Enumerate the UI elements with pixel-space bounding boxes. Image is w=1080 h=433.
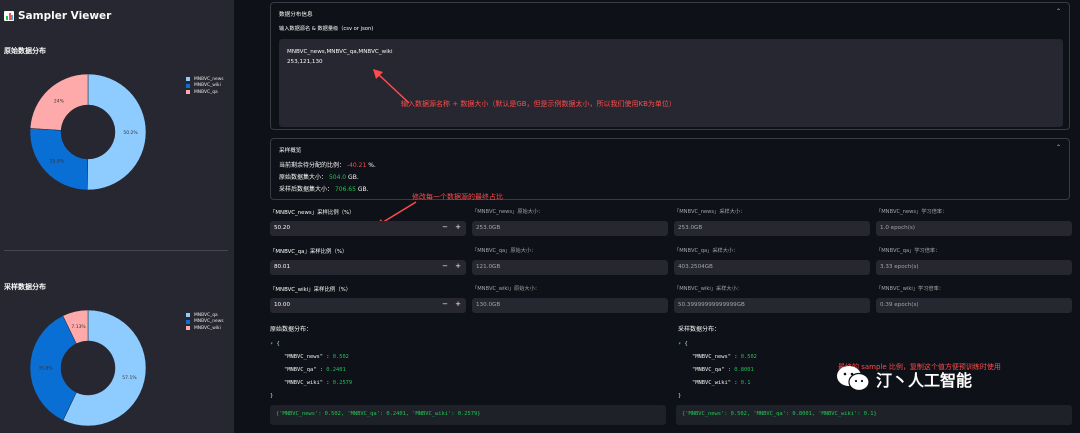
source-input-label: 输入数据源名 & 数据量级（csv or json) bbox=[279, 26, 374, 32]
app-title: Sampler Viewer bbox=[4, 10, 111, 22]
sample-size-label: 「MNBVC_news」采样大小： bbox=[674, 209, 746, 215]
sample-dist-json-heading: 采样数据分布： bbox=[678, 326, 721, 333]
legend-swatch bbox=[186, 326, 190, 331]
sample-pie-chart: 57.1% 35.8% 7.13% bbox=[29, 309, 147, 427]
orig-size-field: 121.0GB bbox=[472, 260, 668, 275]
legend-item[interactable]: MNBVC_qa bbox=[186, 89, 224, 96]
ratio-label: 「MNBVC_news」采样比例（%） bbox=[270, 210, 355, 216]
ratio-input[interactable]: 10.00 − + bbox=[270, 298, 466, 313]
json-close: } bbox=[270, 393, 274, 399]
pie-slice-label: 25.8% bbox=[50, 158, 65, 164]
data-info-expander-title[interactable]: 数据分布信息 bbox=[279, 10, 313, 18]
orig-size-label: 「MNBVC_qa」原始大小： bbox=[472, 248, 537, 254]
ratio-value: 50.20 bbox=[274, 225, 291, 231]
plus-button[interactable]: + bbox=[455, 262, 461, 270]
sidebar: Sampler Viewer 原始数据分布 50.2% 25.8% 24% MNBV… bbox=[0, 0, 234, 433]
json-entry: "MNBVC_qa" : 0.8001 bbox=[692, 367, 754, 373]
sample-pie-legend: MNBVC_qa MNBVC_news MNBVC_wiki bbox=[186, 312, 224, 332]
ratio-annotation: 修改每一个数据源的最终占比 bbox=[412, 193, 503, 201]
orig-size-label: 「MNBVC_news」原始大小： bbox=[472, 209, 544, 215]
orig-size-field: 130.0GB bbox=[472, 298, 668, 313]
ratio-input[interactable]: 80.01 − + bbox=[270, 260, 466, 275]
json-entry: "MNBVC_news" : 0.502 bbox=[284, 354, 349, 360]
legend-item[interactable]: MNBVC_wiki bbox=[186, 325, 224, 332]
epoch-label: 「MNBVC_wiki」学习倍率： bbox=[876, 286, 944, 292]
sample-size-label: 「MNBVC_wiki」采样大小： bbox=[674, 286, 742, 292]
orig-pie-legend: MNBVC_news MNBVC_wiki MNBVC_qa bbox=[186, 76, 224, 96]
legend-swatch bbox=[186, 83, 190, 88]
pie-slice-label: 57.1% bbox=[122, 375, 137, 381]
epoch-field: 3.33 epoch(s) bbox=[876, 260, 1072, 275]
source-annotation: 输入数据源名称 + 数据大小（默认是GB，但是示例数据太小，所以我们使用KB为单… bbox=[401, 100, 676, 108]
textarea-line-2: 253,121,130 bbox=[287, 59, 323, 65]
pie-slice-label: 50.2% bbox=[123, 130, 138, 136]
json-entry: "MNBVC_qa" : 0.2401 bbox=[284, 367, 346, 373]
wechat-icon bbox=[837, 366, 870, 392]
orig-dist-code[interactable]: {'MNBVC_news': 0.502, 'MNBVC_qa': 0.2401… bbox=[270, 405, 666, 425]
textarea-line-1: MNBVC_news,MNBVC_qa,MNBVC_wiki bbox=[287, 49, 393, 55]
ratio-value: 80.01 bbox=[274, 264, 291, 270]
orig-dataset-size: 原始数据集大小： 504.0 GB. bbox=[279, 174, 359, 181]
epoch-label: 「MNBVC_news」学习倍率： bbox=[876, 209, 948, 215]
minus-button[interactable]: − bbox=[442, 262, 448, 270]
sample-dataset-size: 采样后数据集大小： 706.65 GB. bbox=[279, 186, 369, 193]
json-entry: "MNBVC_news" : 0.502 bbox=[692, 354, 757, 360]
pie-slice[interactable] bbox=[29, 315, 77, 421]
ratio-label: 「MNBVC_wiki」采样比例（%） bbox=[270, 287, 352, 293]
json-entry: "MNBVC_wiki" : 0.1 bbox=[692, 380, 751, 386]
orig-dist-json-heading: 原始数据分布： bbox=[270, 326, 313, 333]
orig-dist-json: ▾ { "MNBVC_news" : 0.502 "MNBVC_qa" : 0.24… bbox=[270, 338, 352, 403]
remaining-ratio: 当前剩余待分配的比例： -40.21 %. bbox=[279, 162, 376, 169]
plus-button[interactable]: + bbox=[455, 300, 461, 308]
sample-size-field: 403.2504GB bbox=[674, 260, 870, 275]
json-entry: "MNBVC_wiki" : 0.2579 bbox=[284, 380, 353, 386]
summary-expander-title[interactable]: 采样概览 bbox=[279, 146, 301, 154]
sample-dist-heading: 采样数据分布 bbox=[4, 283, 46, 291]
sample-dist-code-text: {'MNBVC_news': 0.502, 'MNBVC_qa': 0.8001… bbox=[682, 411, 877, 417]
pie-slice-label: 35.8% bbox=[38, 366, 53, 372]
watermark: 汀丶人工智能 bbox=[836, 365, 972, 393]
orig-dist-code-text: {'MNBVC_news': 0.502, 'MNBVC_qa': 0.2401… bbox=[276, 411, 481, 417]
collapse-toggle-icon[interactable]: ▾ bbox=[678, 341, 681, 347]
sample-size-field: 50.39999999999999GB bbox=[674, 298, 870, 313]
chevron-up-icon[interactable]: ⌃ bbox=[1056, 144, 1061, 151]
orig-size-label: 「MNBVC_wiki」原始大小： bbox=[472, 286, 540, 292]
epoch-field: 1.0 epoch(s) bbox=[876, 221, 1072, 236]
ratio-input[interactable]: 50.20 − + bbox=[270, 221, 466, 236]
plus-button[interactable]: + bbox=[455, 223, 461, 231]
legend-swatch bbox=[186, 77, 190, 82]
orig-pie-chart: 50.2% 25.8% 24% bbox=[29, 73, 147, 191]
json-open[interactable]: ▾ { bbox=[270, 338, 352, 351]
pie-slice-label: 24% bbox=[54, 99, 65, 105]
json-open[interactable]: ▾ { bbox=[678, 338, 757, 351]
sample-dist-code[interactable]: {'MNBVC_news': 0.502, 'MNBVC_qa': 0.8001… bbox=[676, 405, 1072, 425]
watermark-text: 汀丶人工智能 bbox=[876, 371, 973, 390]
minus-button[interactable]: − bbox=[442, 223, 448, 231]
sample-dist-json: ▾ { "MNBVC_news" : 0.502 "MNBVC_qa" : 0.80… bbox=[678, 338, 757, 403]
sample-size-label: 「MNBVC_qa」采样大小： bbox=[674, 248, 739, 254]
epoch-label: 「MNBVC_qa」学习倍率： bbox=[876, 248, 941, 254]
pie-slice-label: 7.13% bbox=[71, 324, 86, 330]
sidebar-divider bbox=[4, 250, 228, 251]
sample-size-field: 253.0GB bbox=[674, 221, 870, 236]
orig-size-field: 253.0GB bbox=[472, 221, 668, 236]
chevron-up-icon[interactable]: ⌃ bbox=[1056, 8, 1061, 15]
ratio-label: 「MNBVC_qa」采样比例（%） bbox=[270, 249, 348, 255]
app-title-text: Sampler Viewer bbox=[18, 10, 112, 22]
legend-swatch bbox=[186, 90, 190, 95]
data-info-expander: 数据分布信息 ⌃ 输入数据源名 & 数据量级（csv or json) MNBV… bbox=[270, 2, 1070, 130]
legend-swatch bbox=[186, 319, 190, 324]
epoch-field: 0.39 epoch(s) bbox=[876, 298, 1072, 313]
summary-expander: 采样概览 ⌃ 当前剩余待分配的比例： -40.21 %. 原始数据集大小： 50… bbox=[270, 138, 1070, 200]
orig-dist-heading: 原始数据分布 bbox=[4, 47, 46, 55]
json-close: } bbox=[678, 393, 682, 399]
minus-button[interactable]: − bbox=[442, 300, 448, 308]
bar-chart-icon bbox=[4, 11, 14, 21]
ratio-value: 10.00 bbox=[274, 302, 291, 308]
collapse-toggle-icon[interactable]: ▾ bbox=[270, 341, 273, 347]
legend-swatch bbox=[186, 313, 190, 318]
